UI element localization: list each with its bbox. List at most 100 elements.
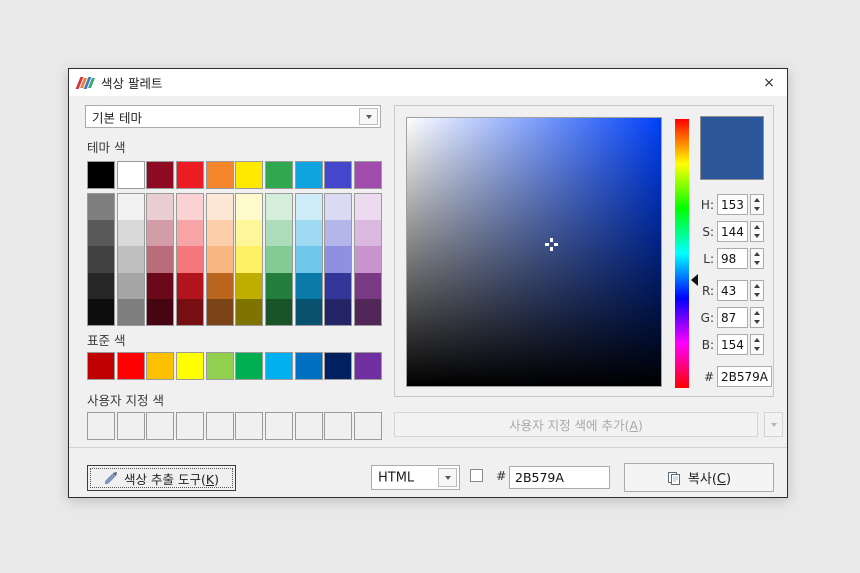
theme-tint-swatch[interactable]	[325, 298, 352, 326]
custom-color-swatch-empty[interactable]	[235, 412, 264, 440]
theme-color-swatch[interactable]	[353, 161, 382, 189]
spin-down-button[interactable]	[751, 291, 763, 301]
spin-down-button[interactable]	[751, 232, 763, 242]
theme-tint-swatch[interactable]	[147, 298, 174, 326]
theme-color-swatch[interactable]	[87, 161, 115, 189]
standard-color-swatch[interactable]	[116, 352, 145, 380]
theme-tint-swatch[interactable]	[236, 220, 263, 247]
custom-color-swatch-empty[interactable]	[324, 412, 353, 440]
theme-tint-swatch[interactable]	[88, 298, 114, 326]
theme-tint-swatch[interactable]	[325, 272, 352, 299]
theme-tint-swatch[interactable]	[176, 194, 203, 221]
spin-down-button[interactable]	[751, 318, 763, 328]
theme-tint-swatch[interactable]	[295, 298, 322, 326]
theme-tint-swatch[interactable]	[295, 246, 322, 273]
theme-tint-swatch[interactable]	[295, 220, 322, 247]
standard-color-swatch[interactable]	[264, 352, 293, 380]
theme-tint-swatch[interactable]	[325, 220, 352, 247]
theme-color-swatch[interactable]	[294, 161, 323, 189]
theme-tint-swatch[interactable]	[176, 220, 203, 247]
theme-tint-swatch[interactable]	[206, 246, 233, 273]
spin-up-button[interactable]	[751, 249, 763, 259]
custom-color-swatch-empty[interactable]	[205, 412, 234, 440]
theme-tint-swatch[interactable]	[325, 194, 352, 221]
theme-tint-swatch[interactable]	[354, 272, 381, 299]
theme-tint-swatch[interactable]	[206, 298, 233, 326]
spin-up-button[interactable]	[751, 195, 763, 205]
theme-tint-swatch[interactable]	[88, 272, 114, 299]
theme-tint-swatch[interactable]	[295, 272, 322, 299]
theme-tint-swatch[interactable]	[265, 246, 292, 273]
spin-up-button[interactable]	[751, 281, 763, 291]
standard-color-swatch[interactable]	[324, 352, 353, 380]
title-bar[interactable]: 색상 팔레트 ×	[69, 69, 787, 96]
close-button[interactable]: ×	[759, 73, 779, 93]
theme-tint-swatch[interactable]	[176, 298, 203, 326]
hex-prefix-checkbox[interactable]	[470, 469, 483, 482]
theme-tint-swatch[interactable]	[117, 272, 144, 299]
s-value-input[interactable]	[717, 221, 748, 242]
theme-color-swatch[interactable]	[205, 161, 234, 189]
custom-color-swatch-empty[interactable]	[264, 412, 293, 440]
theme-tint-swatch[interactable]	[325, 246, 352, 273]
standard-color-swatch[interactable]	[205, 352, 234, 380]
add-to-custom-colors-dropdown-button[interactable]	[764, 412, 783, 437]
theme-tint-swatch[interactable]	[117, 194, 144, 221]
spin-up-button[interactable]	[751, 222, 763, 232]
theme-color-swatch[interactable]	[264, 161, 293, 189]
theme-tint-swatch[interactable]	[206, 194, 233, 221]
theme-tint-swatch[interactable]	[206, 220, 233, 247]
theme-combobox[interactable]: 기본 테마	[85, 105, 381, 128]
theme-tint-swatch[interactable]	[117, 246, 144, 273]
theme-tint-swatch[interactable]	[295, 194, 322, 221]
theme-tint-swatch[interactable]	[176, 272, 203, 299]
theme-color-swatch[interactable]	[324, 161, 353, 189]
add-to-custom-colors-button[interactable]: 사용자 지정 색에 추가(A)	[394, 412, 758, 437]
r-value-input[interactable]	[717, 280, 748, 301]
hex-value-input[interactable]	[717, 366, 772, 387]
theme-tint-swatch[interactable]	[88, 194, 114, 221]
g-value-input[interactable]	[717, 307, 748, 328]
spin-up-button[interactable]	[751, 335, 763, 345]
saturation-lightness-area[interactable]	[406, 117, 662, 387]
theme-tint-swatch[interactable]	[265, 298, 292, 326]
theme-tint-swatch[interactable]	[117, 298, 144, 326]
theme-tint-swatch[interactable]	[236, 298, 263, 326]
spin-down-button[interactable]	[751, 259, 763, 269]
theme-tint-swatch[interactable]	[88, 220, 114, 247]
theme-tint-swatch[interactable]	[147, 220, 174, 247]
color-extract-tool-button[interactable]: 색상 추출 도구(K)	[87, 465, 236, 491]
theme-tint-swatch[interactable]	[147, 194, 174, 221]
theme-tint-swatch[interactable]	[176, 246, 203, 273]
format-combobox-arrow-button[interactable]	[438, 468, 457, 487]
standard-color-swatch[interactable]	[353, 352, 382, 380]
theme-tint-swatch[interactable]	[354, 194, 381, 221]
theme-tint-swatch[interactable]	[265, 220, 292, 247]
standard-color-swatch[interactable]	[175, 352, 204, 380]
l-value-input[interactable]	[717, 248, 748, 269]
copy-button[interactable]: 복사(C)	[624, 463, 774, 492]
b-value-input[interactable]	[717, 334, 748, 355]
theme-tint-swatch[interactable]	[265, 194, 292, 221]
spin-up-button[interactable]	[751, 308, 763, 318]
standard-color-swatch[interactable]	[294, 352, 323, 380]
custom-color-swatch-empty[interactable]	[87, 412, 115, 440]
theme-tint-swatch[interactable]	[147, 246, 174, 273]
theme-color-swatch[interactable]	[235, 161, 264, 189]
custom-color-swatch-empty[interactable]	[146, 412, 175, 440]
theme-tint-swatch[interactable]	[88, 246, 114, 273]
theme-tint-swatch[interactable]	[236, 272, 263, 299]
theme-tint-swatch[interactable]	[354, 298, 381, 326]
custom-color-swatch-empty[interactable]	[353, 412, 382, 440]
spin-down-button[interactable]	[751, 345, 763, 355]
standard-color-swatch[interactable]	[146, 352, 175, 380]
theme-color-swatch[interactable]	[146, 161, 175, 189]
theme-tint-swatch[interactable]	[354, 220, 381, 247]
theme-tint-swatch[interactable]	[354, 246, 381, 273]
theme-tint-swatch[interactable]	[117, 220, 144, 247]
theme-tint-swatch[interactable]	[147, 272, 174, 299]
theme-tint-swatch[interactable]	[206, 272, 233, 299]
theme-combobox-arrow-button[interactable]	[359, 108, 378, 125]
theme-color-swatch[interactable]	[175, 161, 204, 189]
custom-color-swatch-empty[interactable]	[116, 412, 145, 440]
